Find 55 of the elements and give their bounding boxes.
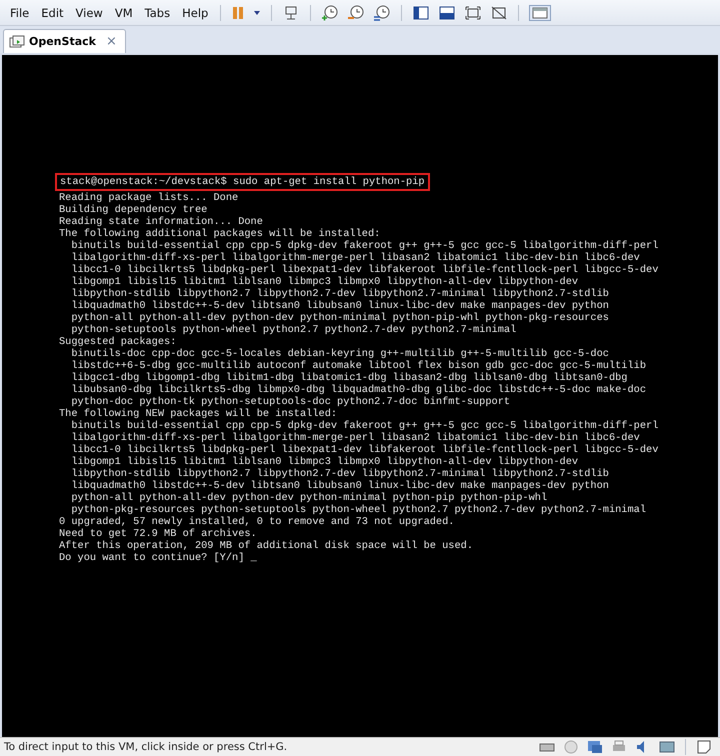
tab-label: OpenStack xyxy=(29,35,96,48)
terminal-line: libcc1-0 libcilkrts5 libdpkg-perl libexpat1-dev libfakeroot libfile-fcntllock-perl libgcc-5-dev xyxy=(70,444,658,456)
terminal-line: libstdc++6-5-dbg gcc-multilib autoconf automake libtool flex bison gdb gcc-doc gcc-5-multilib xyxy=(70,360,646,372)
window-icon[interactable] xyxy=(438,4,456,20)
fullscreen-icon[interactable] xyxy=(464,4,482,20)
terminal-prompt: Do you want to continue? [Y/n] xyxy=(59,552,244,564)
terminal-line: binutils build-essential cpp cpp-5 dpkg-dev fakeroot g++ g++-5 gcc gcc-5 libalgorithm-diff-perl xyxy=(70,420,658,432)
console-view-icon[interactable] xyxy=(529,4,552,20)
terminal-line: The following NEW packages will be installed: xyxy=(59,408,338,420)
status-message: To direct input to this VM, click inside or press Ctrl+G. xyxy=(4,741,288,753)
menu-item[interactable]: View xyxy=(70,6,109,20)
terminal-line: python-doc python-tk python-setuptools-doc python2.7-doc binfmt-support xyxy=(70,396,510,408)
terminal-line: python-all python-all-dev python-dev python-minimal python-pip-whl python-pkg-resources xyxy=(70,312,609,324)
sidebar-icon[interactable] xyxy=(412,4,430,20)
clock-manager-icon[interactable] xyxy=(373,4,392,20)
terminal-line: Reading package lists... Done xyxy=(59,192,238,204)
terminal-line: The following additional packages will be installed: xyxy=(59,228,380,240)
clock-revert-icon[interactable] xyxy=(347,4,366,20)
terminal-line: libgomp1 libisl15 libitm1 liblsan0 libmpc3 libmpx0 libpython-all-dev libpython-dev xyxy=(70,456,578,468)
terminal-line: binutils build-essential cpp cpp-5 dpkg-dev fakeroot g++ g++-5 gcc gcc-5 libalgorithm-diff-perl xyxy=(70,240,658,252)
cursor: _ xyxy=(250,552,257,564)
terminal-line: libpython-stdlib libpython2.7 libpython2.7-dev libpython2.7-minimal libpython2.7-stdlib xyxy=(70,468,609,480)
clock-add-icon[interactable] xyxy=(321,4,340,20)
terminal-line: libgcc1-dbg libgomp1-dbg libitm1-dbg libatomic1-dbg libasan2-dbg liblsan0-dbg libtsan0-dbg xyxy=(70,372,628,384)
close-icon[interactable]: × xyxy=(106,34,117,49)
terminal-line: Suggested packages: xyxy=(59,336,176,348)
terminal-line: libubsan0-dbg libcilkrts5-dbg libmpx0-dbg libquadmath0-dbg glibc-doc libstdc++-5-doc make-doc xyxy=(70,384,646,396)
unity-icon[interactable] xyxy=(490,4,508,20)
menu-item[interactable]: Help xyxy=(176,6,214,20)
terminal-line: libalgorithm-diff-xs-perl libalgorithm-merge-perl libasan2 libatomic1 libc-dev-bin libc6-dev xyxy=(70,252,640,264)
terminal-line: After this operation, 209 MB of additional disk space will be used. xyxy=(59,540,474,552)
menu-item[interactable]: Edit xyxy=(35,6,70,20)
menu-item[interactable]: File xyxy=(4,6,36,20)
note-icon[interactable] xyxy=(696,739,712,755)
terminal-line: binutils-doc cpp-doc gcc-5-locales debian-keyring g++-multilib g++-5-multilib gcc-5-doc xyxy=(70,348,609,360)
terminal-line: python-pkg-resources python-setuptools python-wheel python2.7 python2.7-dev python2.7-minimal xyxy=(70,504,646,516)
terminal-line: libpython-stdlib libpython2.7 libpython2.7-dev libpython2.7-minimal libpython2.7-stdlib xyxy=(70,288,609,300)
terminal-line: Need to get 72.9 MB of archives. xyxy=(59,528,257,540)
terminal-line: Reading state information... Done xyxy=(59,216,263,228)
terminal-line: python-setuptools python-wheel python2.7 python2.7-dev python2.7-minimal xyxy=(70,324,516,336)
terminal-line: libgomp1 libisl15 libitm1 liblsan0 libmpc3 libmpx0 libpython-all-dev libpython-dev xyxy=(70,276,578,288)
terminal-line: libcc1-0 libcilkrts5 libdpkg-perl libexpat1-dev libfakeroot libfile-fcntllock-perl libgcc-5-dev xyxy=(70,264,658,276)
terminal-line: libquadmath0 libstdc++-5-dev libtsan0 libubsan0 linux-libc-dev make manpages-dev python xyxy=(70,300,609,312)
vm-tab[interactable]: OpenStack × xyxy=(3,29,126,53)
menu-item[interactable]: VM xyxy=(108,6,139,20)
menu-item[interactable]: Tabs xyxy=(138,6,176,20)
terminal-line: 0 upgraded, 57 newly installed, 0 to remove and 73 not upgraded. xyxy=(59,516,454,528)
highlighted-command: stack@openstack:~/devstack$ sudo apt-get install python-pip xyxy=(55,173,430,191)
display-icon[interactable] xyxy=(659,739,675,755)
vm-icon xyxy=(9,34,25,48)
terminal-line: libquadmath0 libstdc++-5-dev libtsan0 libubsan0 linux-libc-dev make manpages-dev python xyxy=(70,480,609,492)
terminal-line: Building dependency tree xyxy=(59,204,208,216)
network-adapter-icon[interactable] xyxy=(587,739,603,755)
terminal-line: libalgorithm-diff-xs-perl libalgorithm-merge-perl libasan2 libatomic1 libc-dev-bin libc6-dev xyxy=(70,432,640,444)
terminal-line: python-all python-all-dev python-dev python-minimal python-pip python-pip-whl xyxy=(70,492,548,504)
